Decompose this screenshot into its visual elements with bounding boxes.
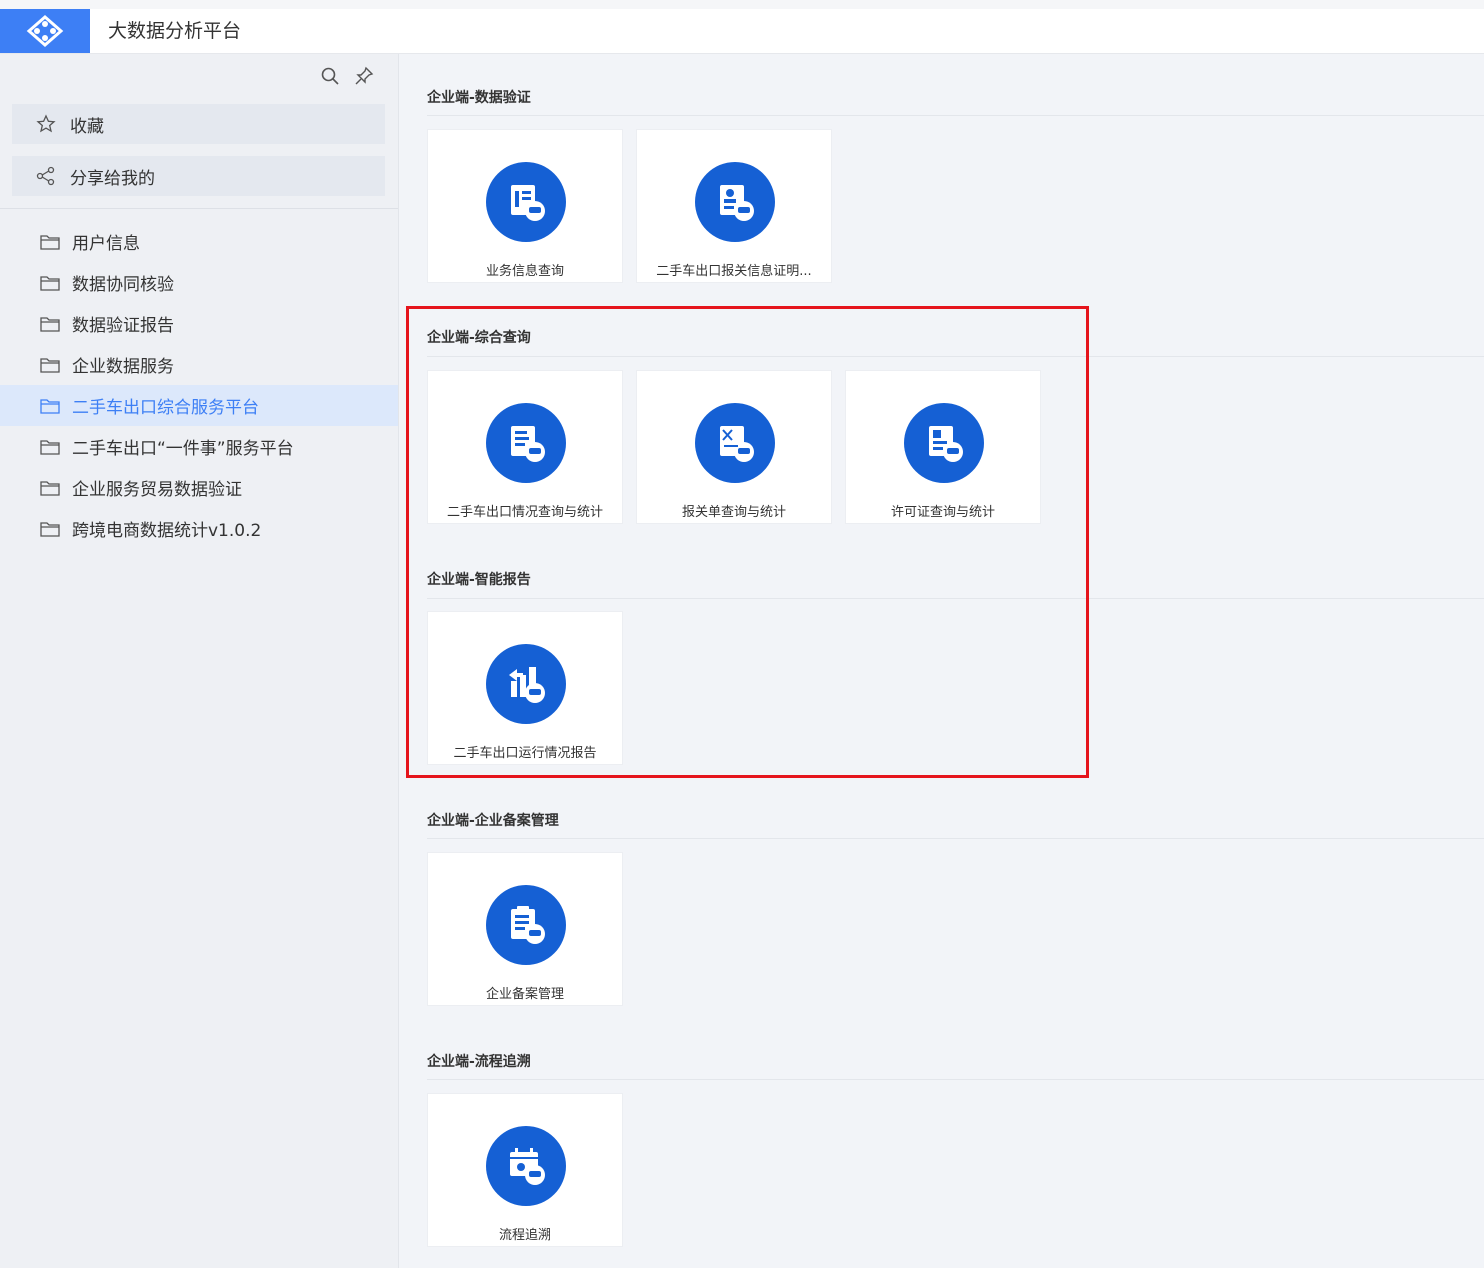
sidebar-item-enterprise-data[interactable]: 企业数据服务: [0, 344, 398, 385]
sidebar-item-data-report[interactable]: 数据验证报告: [0, 303, 398, 344]
section-divider: [427, 1079, 1484, 1080]
sidebar-item-label: 跨境电商数据统计v1.0.2: [72, 521, 262, 541]
sidebar-item-user-info[interactable]: 用户信息: [0, 221, 398, 262]
card-label: 企业备案管理: [485, 987, 564, 1002]
folder-icon: [40, 478, 62, 498]
card-label: 二手车出口报关信息证明...: [656, 264, 812, 279]
folder-icon: [40, 273, 62, 293]
folder-icon: [40, 437, 62, 457]
sidebar-item-data-collab[interactable]: 数据协同核验: [0, 262, 398, 303]
folder-icon: [40, 396, 62, 416]
card-label: 流程追溯: [498, 1228, 551, 1243]
card-label: 业务信息查询: [485, 264, 564, 279]
section-title: 企业端-企业备案管理: [427, 813, 559, 829]
sidebar-item-label: 企业数据服务: [72, 357, 174, 377]
sidebar-item-service-trade[interactable]: 企业服务贸易数据验证: [0, 467, 398, 508]
top-strip: [0, 0, 1484, 9]
sidebar-item-one-thing-platform[interactable]: 二手车出口“一件事”服务平台: [0, 426, 398, 467]
app-title: 大数据分析平台: [108, 20, 242, 42]
sidebar-divider: [0, 208, 398, 209]
sidebar-item-label: 企业服务贸易数据验证: [72, 480, 242, 500]
sidebar-item-label: 数据验证报告: [72, 316, 174, 336]
document-car-icon: [486, 162, 566, 242]
share-icon: [36, 166, 56, 186]
app-header: 大数据分析平台: [0, 9, 1484, 54]
sidebar-shared-with-me[interactable]: 分享给我的: [12, 156, 385, 196]
card-enterprise-filing[interactable]: 企业备案管理: [428, 853, 622, 1005]
sidebar-item-label: 用户信息: [72, 234, 140, 254]
sidebar-item-used-car-platform[interactable]: 二手车出口综合服务平台: [0, 385, 398, 426]
folder-icon: [40, 355, 62, 375]
highlight-box: [406, 306, 1089, 778]
section-divider: [427, 115, 1484, 116]
sidebar-item-label: 二手车出口综合服务平台: [72, 398, 259, 418]
pin-icon[interactable]: [354, 66, 374, 86]
logo-icon: [26, 15, 64, 47]
section-title: 企业端-数据验证: [427, 90, 531, 106]
folder-icon: [40, 314, 62, 334]
folder-icon: [40, 232, 62, 252]
search-icon[interactable]: [320, 66, 340, 86]
calendar-car-icon: [486, 1126, 566, 1206]
sidebar-item-cross-border[interactable]: 跨境电商数据统计v1.0.2: [0, 508, 398, 549]
section-divider: [427, 838, 1484, 839]
sidebar-item-label: 二手车出口“一件事”服务平台: [72, 439, 294, 459]
sidebar-favorites[interactable]: 收藏: [12, 104, 385, 144]
star-icon: [36, 114, 56, 134]
card-export-customs-proof[interactable]: 二手车出口报关信息证明...: [637, 130, 831, 282]
clipboard-car-icon: [486, 885, 566, 965]
folder-icon: [40, 519, 62, 539]
sidebar: 收藏 分享给我的 用户信息 数据协同核验 数据验证报告 企业数据服务 二手车出口…: [0, 54, 399, 1268]
profile-car-icon: [695, 162, 775, 242]
sidebar-tools: [320, 66, 374, 86]
sidebar-favorites-label: 收藏: [70, 116, 104, 137]
logo[interactable]: [0, 9, 90, 53]
card-process-trace[interactable]: 流程追溯: [428, 1094, 622, 1246]
sidebar-item-label: 数据协同核验: [72, 275, 174, 295]
card-business-info-query[interactable]: 业务信息查询: [428, 130, 622, 282]
sidebar-shared-label: 分享给我的: [70, 168, 155, 189]
section-title: 企业端-流程追溯: [427, 1054, 531, 1070]
